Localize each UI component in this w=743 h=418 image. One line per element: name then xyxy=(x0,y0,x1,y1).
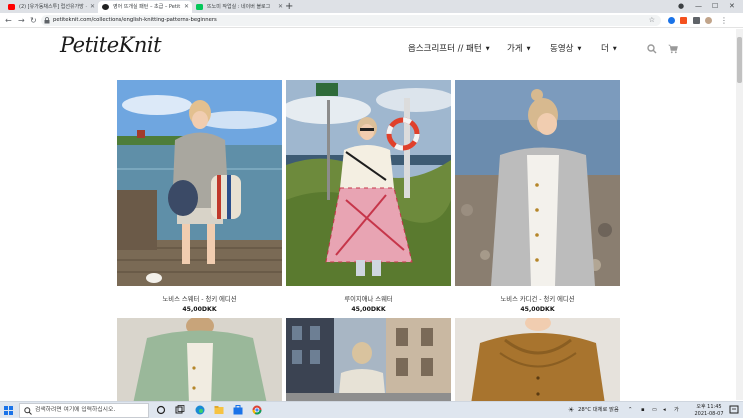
close-tab-icon[interactable]: ✕ xyxy=(90,1,95,13)
nav-menu-label: 동영상 xyxy=(550,44,574,54)
address-bar[interactable]: petiteknit.com/collections/english-knitt… xyxy=(41,15,661,26)
extension-icon[interactable] xyxy=(680,17,687,24)
chevron-down-icon: ▼ xyxy=(485,46,490,52)
window-close-icon[interactable]: ✕ xyxy=(729,0,735,13)
nav-menu-shop[interactable]: 가게 ▼ xyxy=(507,42,531,54)
reload-icon[interactable]: ↻ xyxy=(30,13,37,28)
puzzle-icon[interactable] xyxy=(693,17,700,24)
chevron-down-icon: ▼ xyxy=(577,46,582,52)
taskbar-clock[interactable]: 오후 11:45 2021-08-07 xyxy=(694,404,724,417)
clock-time: 오후 11:45 xyxy=(696,404,722,410)
profile-icon[interactable]: ● xyxy=(678,0,684,13)
nav-menu-label: 가게 xyxy=(507,44,523,54)
nav-menu-label: 더 xyxy=(601,44,609,54)
chrome-icon[interactable] xyxy=(252,405,262,415)
scrollbar-thumb[interactable] xyxy=(737,37,742,83)
product-card[interactable]: 노비스 카디건 - 청키 에디션 45,00DKK xyxy=(455,80,620,313)
volume-icon[interactable]: ◂ xyxy=(663,402,666,418)
tray-app-icon[interactable]: ▪ xyxy=(641,402,645,418)
product-price: 45,00DKK xyxy=(182,306,217,313)
cart-icon[interactable] xyxy=(668,44,678,54)
url-text: petiteknit.com/collections/english-knitt… xyxy=(53,17,217,23)
minimize-icon[interactable]: — xyxy=(695,0,702,13)
browser-tab[interactable]: (2) [유가동채스투] 럽선유가방 · ✕ xyxy=(4,1,98,13)
product-title[interactable]: 노비스 스웨터 - 청키 에디션 xyxy=(117,294,282,303)
product-image[interactable] xyxy=(117,80,282,286)
close-tab-icon[interactable]: ✕ xyxy=(278,1,283,13)
product-price: 45,00DKK xyxy=(520,306,555,313)
product-title[interactable]: 루이지애나 스웨터 xyxy=(286,294,451,303)
tab-label: 영어 뜨개실 패턴 – 초급 – Petit xyxy=(113,4,181,10)
tab-label: 뜨노미 작업실 : 네이버 블로그 xyxy=(207,4,271,10)
search-icon xyxy=(24,407,32,415)
avatar[interactable] xyxy=(705,17,712,24)
ime-icon[interactable]: 가 xyxy=(674,402,679,418)
product-card[interactable]: 루이지애나 스웨터 45,00DKK xyxy=(281,80,456,313)
browser-tab-active[interactable]: 영어 뜨개실 패턴 – 초급 – Petit ✕ xyxy=(98,1,192,13)
weather-icon: ☀ xyxy=(568,406,575,414)
product-image[interactable] xyxy=(117,318,282,404)
nav-menu-videos[interactable]: 동영상 ▼ xyxy=(550,42,581,54)
product-image[interactable] xyxy=(455,318,620,404)
windows-start-icon[interactable] xyxy=(4,406,13,415)
browser-tab-strip: (2) [유가동채스투] 럽선유가방 · ✕ 영어 뜨개실 패턴 – 초급 – … xyxy=(0,0,743,13)
chevron-down-icon: ▼ xyxy=(526,46,531,52)
taskbar-search-input[interactable]: 검색하려면 여기에 입력하십시오. xyxy=(19,403,149,418)
product-image[interactable] xyxy=(455,80,620,286)
tray-chevron-icon[interactable]: ⌃ xyxy=(628,402,632,418)
bookmark-star-icon[interactable]: ☆ xyxy=(649,15,655,26)
naver-favicon-icon xyxy=(196,4,203,10)
browser-tab[interactable]: 뜨노미 작업실 : 네이버 블로그 ✕ xyxy=(192,1,286,13)
product-card[interactable]: 노비스 스웨터 - 청키 에디션 45,00DKK xyxy=(117,80,282,313)
close-tab-icon[interactable]: ✕ xyxy=(184,1,189,13)
site-logo[interactable]: PetiteKnit xyxy=(60,33,162,57)
product-image[interactable] xyxy=(286,318,451,404)
network-icon[interactable]: ▭ xyxy=(652,402,657,418)
windows-taskbar: 검색하려면 여기에 입력하십시오. ☀ 28°C 대체로 맑음 ⌃ ▪ ▭ ◂ … xyxy=(0,401,743,418)
extension-icon[interactable] xyxy=(668,17,675,24)
product-price: 45,00DKK xyxy=(351,306,386,313)
store-icon[interactable] xyxy=(233,405,243,415)
menu-dots-icon[interactable]: ⋮ xyxy=(720,13,728,28)
youtube-favicon-icon xyxy=(8,4,15,10)
nav-menu-more[interactable]: 더 ▼ xyxy=(601,42,617,54)
browser-toolbar: ← → ↻ petiteknit.com/collections/english… xyxy=(0,13,743,28)
search-icon[interactable] xyxy=(647,44,657,54)
tab-label: (2) [유가동채스투] 럽선유가방 · xyxy=(19,4,87,10)
weather-text[interactable]: 28°C 대체로 맑음 xyxy=(578,402,619,418)
maximize-icon[interactable]: ☐ xyxy=(712,0,718,13)
forward-icon[interactable]: → xyxy=(18,13,25,28)
cortana-icon[interactable] xyxy=(156,405,166,415)
file-explorer-icon[interactable] xyxy=(214,405,224,415)
product-title[interactable]: 노비스 카디건 - 청키 에디션 xyxy=(455,294,620,303)
petiteknit-favicon-icon xyxy=(102,4,109,10)
lock-icon xyxy=(44,17,50,24)
task-view-icon[interactable] xyxy=(175,405,185,415)
clock-date: 2021-08-07 xyxy=(694,410,724,417)
new-tab-icon[interactable]: + xyxy=(285,0,293,13)
notification-icon[interactable] xyxy=(729,405,739,415)
chevron-down-icon: ▼ xyxy=(612,46,617,52)
taskbar-search-placeholder: 검색하려면 여기에 입력하십시오. xyxy=(35,407,116,413)
back-icon[interactable]: ← xyxy=(5,13,12,28)
nav-menu-label: 옵스크리프터 // 패턴 xyxy=(408,44,482,54)
product-image[interactable] xyxy=(281,80,456,286)
edge-icon[interactable] xyxy=(195,405,205,415)
page-scrollbar[interactable] xyxy=(736,29,743,400)
nav-menu-patterns[interactable]: 옵스크리프터 // 패턴 ▼ xyxy=(408,42,490,54)
